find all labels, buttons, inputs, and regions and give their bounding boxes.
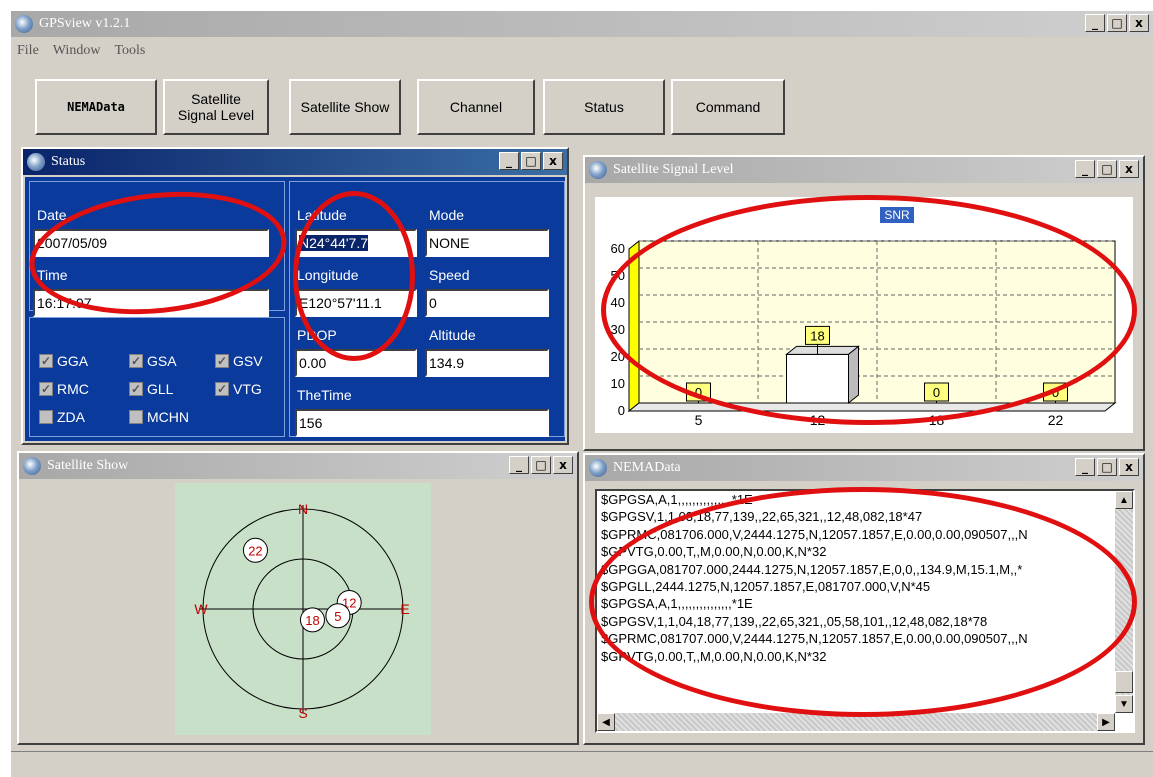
empty-checkbox-icon — [39, 410, 53, 424]
signal-minimize-button[interactable]: _ — [1075, 160, 1095, 178]
checkbox-mchn[interactable]: MCHN — [129, 409, 189, 425]
status-titlebar[interactable]: Status _ □ x — [23, 149, 567, 175]
checkmark-icon: ✓ — [129, 382, 143, 396]
checkbox-gsv[interactable]: ✓ GSV — [215, 353, 263, 369]
app-titlebar[interactable]: GPSview v1.2.1 _ □ x — [11, 11, 1153, 37]
checkbox-mchn-label: MCHN — [147, 409, 189, 425]
checkbox-gga-label: GGA — [57, 353, 89, 369]
app-close-button[interactable]: x — [1129, 14, 1149, 32]
checkmark-icon: ✓ — [129, 354, 143, 368]
signal-window-icon — [589, 161, 607, 179]
satellite-show-button[interactable]: Satellite Show — [289, 79, 401, 135]
satellite-prn-label: 22 — [248, 543, 262, 558]
nema-maximize-button[interactable]: □ — [1097, 458, 1117, 476]
checkbox-gll[interactable]: ✓ GLL — [129, 381, 173, 397]
checkmark-icon: ✓ — [39, 382, 53, 396]
altitude-field[interactable]: 134.9 — [425, 349, 549, 377]
vertical-scroll-thumb[interactable] — [1115, 671, 1133, 693]
checkmark-icon: ✓ — [39, 354, 53, 368]
menu-file[interactable]: File — [17, 43, 39, 65]
satellite-show-window: Satellite Show _ □ x N S E W 22 12 5 18 — [17, 451, 579, 745]
annotation-ring-position — [293, 191, 415, 361]
y-tick-label: 10 — [611, 376, 625, 391]
satshow-minimize-button[interactable]: _ — [509, 456, 529, 474]
status-window-icon — [27, 153, 45, 171]
nema-minimize-button[interactable]: _ — [1075, 458, 1095, 476]
nemadata-title: NEMAData — [613, 460, 681, 475]
nema-close-button[interactable]: x — [1119, 458, 1139, 476]
scroll-right-icon[interactable]: ▶ — [1097, 713, 1115, 731]
sky-plot: NSEW2212518 — [175, 483, 431, 735]
status-button[interactable]: Status — [543, 79, 665, 135]
menubar: File Window Tools — [17, 43, 145, 65]
altitude-label: Altitude — [429, 327, 476, 343]
direction-s: S — [298, 705, 307, 721]
nemadata-button[interactable]: NEMAData — [35, 79, 157, 135]
annotation-ring-snr — [601, 195, 1137, 425]
nemadata-titlebar[interactable]: NEMAData _ □ x — [585, 455, 1143, 481]
signal-level-title: Satellite Signal Level — [613, 162, 734, 177]
satshow-window-icon — [23, 457, 41, 475]
x-tick-label: 5 — [695, 412, 703, 428]
satellite-show-body: N S E W 22 12 5 18 — [21, 481, 575, 741]
signal-level-titlebar[interactable]: Satellite Signal Level _ □ x — [585, 157, 1143, 183]
channel-button[interactable]: Channel — [417, 79, 535, 135]
mode-field[interactable]: NONE — [425, 229, 549, 257]
checkbox-vtg-label: VTG — [233, 381, 262, 397]
empty-checkbox-icon — [129, 410, 143, 424]
direction-w: W — [194, 601, 208, 617]
checkbox-rmc[interactable]: ✓ RMC — [39, 381, 89, 397]
speed-field[interactable]: 0 — [425, 289, 549, 317]
satshow-close-button[interactable]: x — [553, 456, 573, 474]
command-button[interactable]: Command — [671, 79, 785, 135]
checkbox-gll-label: GLL — [147, 381, 174, 397]
checkbox-vtg[interactable]: ✓ VTG — [215, 381, 262, 397]
checkmark-icon: ✓ — [215, 354, 229, 368]
checkbox-rmc-label: RMC — [57, 381, 89, 397]
checkbox-gsa[interactable]: ✓ GSA — [129, 353, 177, 369]
thetime-field[interactable]: 156 — [295, 409, 549, 437]
menu-window[interactable]: Window — [53, 43, 101, 65]
satellite-show-title: Satellite Show — [47, 458, 129, 473]
speed-label: Speed — [429, 267, 470, 283]
annotation-ring-nema — [589, 487, 1137, 717]
checkmark-icon: ✓ — [215, 382, 229, 396]
satellite-show-titlebar[interactable]: Satellite Show _ □ x — [19, 453, 577, 479]
checkbox-zda-label: ZDA — [57, 409, 85, 425]
checkbox-gsa-label: GSA — [147, 353, 177, 369]
y-tick-label: 60 — [611, 241, 625, 256]
app-minimize-button[interactable]: _ — [1085, 14, 1105, 32]
app-maximize-button[interactable]: □ — [1107, 14, 1127, 32]
satellite-signal-level-button[interactable]: Satellite Signal Level — [163, 79, 269, 135]
mode-label: Mode — [429, 207, 465, 223]
satellite-prn-label: 5 — [334, 609, 341, 624]
status-minimize-button[interactable]: _ — [499, 152, 519, 170]
thetime-label: TheTime — [297, 387, 352, 403]
signal-close-button[interactable]: x — [1119, 160, 1139, 178]
checkbox-gsv-label: GSV — [233, 353, 263, 369]
satellite-prn-label: 18 — [305, 613, 319, 628]
status-bar — [11, 751, 1153, 777]
direction-e: E — [400, 601, 409, 617]
app-icon — [15, 15, 33, 33]
satshow-maximize-button[interactable]: □ — [531, 456, 551, 474]
checkbox-gga[interactable]: ✓ GGA — [39, 353, 88, 369]
scroll-down-icon[interactable]: ▼ — [1115, 695, 1133, 713]
status-title: Status — [51, 154, 86, 169]
app-title: GPSview v1.2.1 — [39, 16, 131, 31]
x-tick-label: 22 — [1048, 412, 1064, 428]
status-close-button[interactable]: x — [543, 152, 563, 170]
direction-n: N — [298, 501, 308, 517]
scroll-left-icon[interactable]: ◀ — [597, 713, 615, 731]
y-tick-label: 0 — [618, 403, 625, 418]
checkbox-zda[interactable]: ZDA — [39, 409, 85, 425]
menu-tools[interactable]: Tools — [114, 43, 145, 65]
nema-window-icon — [589, 459, 607, 477]
signal-maximize-button[interactable]: □ — [1097, 160, 1117, 178]
app-window: GPSview v1.2.1 _ □ x File Window Tools N… — [10, 10, 1153, 777]
scroll-up-icon[interactable]: ▲ — [1115, 491, 1133, 509]
status-maximize-button[interactable]: □ — [521, 152, 541, 170]
